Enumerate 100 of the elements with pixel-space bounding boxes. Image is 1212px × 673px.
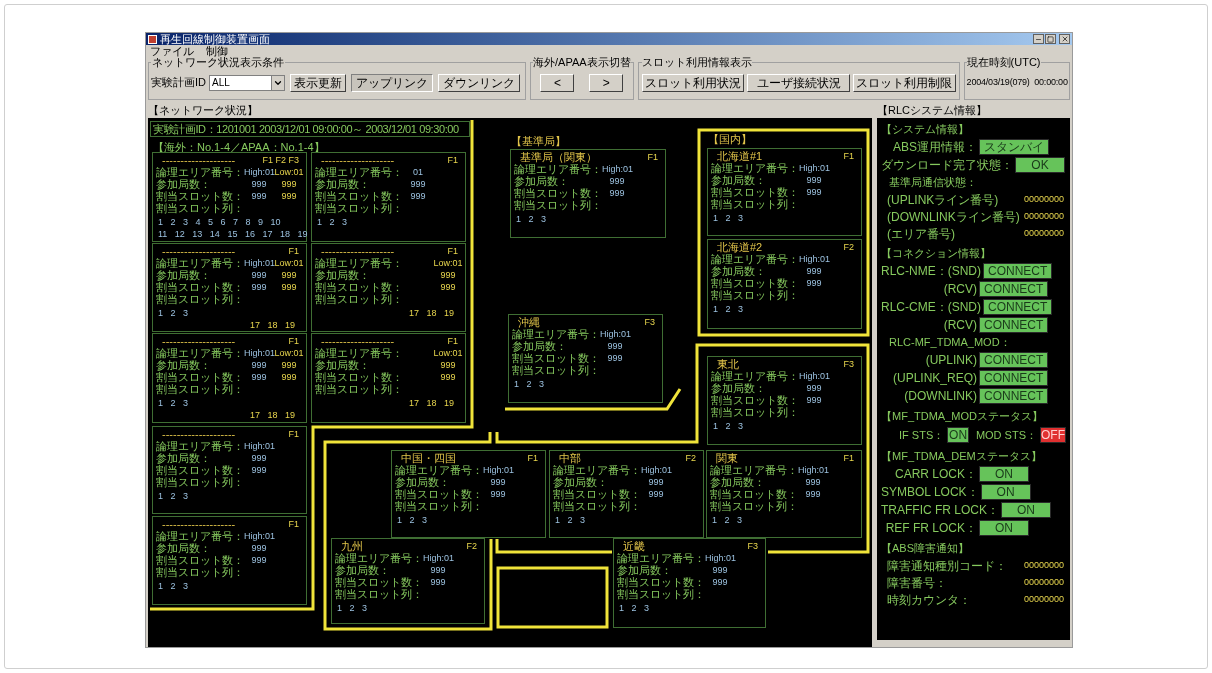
- status-label: 障害番号：: [887, 574, 947, 592]
- slot-list: 1 2 3: [397, 515, 428, 525]
- station-name: 関東: [716, 452, 738, 464]
- status-indicator: ON: [980, 484, 1031, 500]
- status-label: (エリア番号): [887, 225, 955, 243]
- status-indicator: OK: [1015, 157, 1065, 173]
- field-value: 999: [280, 359, 298, 371]
- field-value: 999: [429, 564, 447, 576]
- field-value: 999: [280, 190, 298, 202]
- status-value: 00000000: [1023, 592, 1064, 606]
- field-label: 割当スロット数：: [156, 281, 244, 293]
- field-label: 参加局数：: [156, 269, 211, 281]
- field-value: 999: [439, 281, 457, 293]
- status-label: 障害通知種別コード：: [887, 557, 1007, 575]
- status-label: (RCV): [942, 317, 977, 334]
- field-label: 参加局数：: [156, 359, 211, 371]
- field-value: 999: [804, 476, 822, 488]
- frequency-label: F2: [843, 241, 854, 253]
- field-label: 割当スロット数：: [395, 488, 483, 500]
- station-name: --------------------: [162, 428, 236, 440]
- field-value: High:01: [483, 464, 513, 476]
- field-label: 割当スロット列：: [315, 293, 403, 305]
- menu-item[interactable]: 制御: [206, 45, 228, 57]
- field-value: 999: [250, 452, 268, 464]
- status-indicator: ON: [1001, 502, 1051, 518]
- station-name: --------------------: [162, 154, 236, 166]
- field-label: 割当スロット数：: [711, 277, 799, 289]
- refresh-button[interactable]: 表示更新: [290, 73, 346, 92]
- page-button[interactable]: >: [589, 73, 624, 92]
- link-toggle-button[interactable]: ダウンリンク: [438, 73, 520, 92]
- field-label: 論理エリア番号：: [315, 166, 403, 178]
- minimize-button[interactable]: [1033, 34, 1044, 44]
- field-label: 割当スロット列：: [156, 566, 244, 578]
- field-value: 999: [804, 488, 822, 500]
- field-value: 999: [250, 542, 268, 554]
- field-label: 参加局数：: [395, 476, 450, 488]
- group-title: 海外/APAA表示切替: [533, 57, 631, 68]
- field-label: 参加局数：: [512, 340, 567, 352]
- field-value: 999: [439, 269, 457, 281]
- link-toggle-button[interactable]: アップリンク: [351, 73, 433, 92]
- field-label: 論理エリア番号：: [711, 253, 799, 265]
- status-label: (UPLINKライン番号): [887, 191, 999, 209]
- field-label: 論理エリア番号：: [617, 552, 705, 564]
- field-value: 999: [250, 554, 268, 566]
- slot-list: 1 2 3: [158, 308, 189, 318]
- field-value: 999: [280, 371, 298, 383]
- status-indicator: スタンバイ: [979, 139, 1049, 155]
- field-value: 999: [805, 277, 823, 289]
- field-label: 参加局数：: [553, 476, 608, 488]
- close-icon: [1060, 35, 1069, 43]
- status-label: CARR LOCK：: [894, 466, 977, 483]
- page-button[interactable]: <: [540, 73, 575, 92]
- field-label: 割当スロット列：: [156, 293, 244, 305]
- status-indicator: CONNECT: [983, 263, 1053, 279]
- station-name: 基準局（関東）: [520, 151, 597, 163]
- field-label: 参加局数：: [315, 269, 370, 281]
- field-label: 割当スロット列：: [512, 364, 600, 376]
- field-label: 参加局数：: [156, 542, 211, 554]
- plan-id-dropdown[interactable]: ALL: [209, 74, 285, 91]
- field-label: 割当スロット数：: [335, 576, 423, 588]
- status-label: RLC-NME：(SND): [881, 263, 981, 280]
- status-label: IF STS：: [899, 427, 945, 443]
- field-value: 999: [711, 564, 729, 576]
- station-name: 近畿: [623, 540, 645, 552]
- frequency-label: F1: [288, 245, 299, 257]
- menu-item[interactable]: ファイル: [150, 45, 194, 57]
- field-value: 999: [647, 476, 665, 488]
- field-label: 割当スロット数：: [315, 190, 403, 202]
- field-value: 999: [805, 265, 823, 277]
- panel-heading: 【ABS障害通知】: [881, 541, 970, 557]
- slot-info-button[interactable]: スロット利用状況: [641, 73, 745, 92]
- status-label: 基準局通信状態：: [889, 175, 977, 191]
- field-label: 論理エリア番号：: [156, 530, 244, 542]
- slot-info-button[interactable]: スロット利用制限: [852, 73, 956, 92]
- field-value: 999: [250, 178, 268, 190]
- field-label: 割当スロット列：: [711, 406, 799, 418]
- field-value: 999: [805, 174, 823, 186]
- field-value: High:01: [244, 257, 274, 269]
- slot-list: 1 2 3: [555, 515, 586, 525]
- field-label: 割当スロット数：: [711, 186, 799, 198]
- field-value: High:01: [423, 552, 453, 564]
- slot-info-button[interactable]: ユーザ接続状況: [747, 73, 850, 92]
- field-value: 999: [280, 178, 298, 190]
- status-label: (UPLINK): [924, 352, 977, 369]
- field-value: 999: [280, 269, 298, 281]
- field-value: 999: [711, 576, 729, 588]
- close-button[interactable]: [1059, 34, 1070, 44]
- field-label: 論理エリア番号：: [553, 464, 641, 476]
- maximize-button[interactable]: [1045, 34, 1056, 44]
- status-value: 00000000: [1023, 209, 1064, 223]
- field-label: 論理エリア番号：: [335, 552, 423, 564]
- group-title: スロット利用情報表示: [641, 57, 752, 68]
- field-label: 割当スロット数：: [710, 488, 798, 500]
- field-value: 999: [250, 281, 268, 293]
- field-value: Low:01: [433, 257, 463, 269]
- status-value: 00000000: [1023, 192, 1064, 206]
- field-label: 割当スロット列：: [711, 198, 799, 210]
- field-value: 999: [439, 359, 457, 371]
- status-value: 00000000: [1023, 558, 1064, 572]
- status-indicator: ON: [979, 466, 1029, 482]
